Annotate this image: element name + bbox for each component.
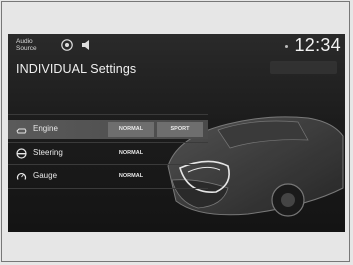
row-divider [8, 114, 208, 115]
page-title: INDIVIDUAL Settings [16, 62, 137, 76]
setting-label-engine: Engine [33, 124, 58, 133]
gauge-normal-option[interactable]: NORMAL [108, 169, 154, 184]
car-illustration [167, 116, 344, 217]
disc-icon[interactable] [61, 39, 73, 51]
engine-normal-option[interactable]: NORMAL [108, 122, 154, 137]
setting-row-steering[interactable]: Steering NORMAL [8, 144, 208, 163]
setting-row-engine[interactable]: Engine NORMAL SPORT [8, 120, 208, 139]
default-button[interactable] [270, 61, 337, 74]
infotainment-screen: Audio Source 12:34 INDIVIDUAL Settings E… [8, 34, 345, 232]
steering-wheel-icon [16, 148, 27, 159]
steering-normal-option[interactable]: NORMAL [108, 146, 154, 161]
setting-label-gauge: Gauge [33, 171, 58, 180]
signal-indicator [285, 45, 288, 48]
audio-source-button[interactable]: Audio Source [16, 38, 37, 52]
clock: 12:34 [294, 35, 341, 55]
gauge-icon [16, 172, 27, 180]
row-divider [8, 188, 208, 189]
row-divider [8, 164, 208, 165]
engine-sport-option[interactable]: SPORT [157, 122, 203, 137]
speaker-icon[interactable] [80, 39, 92, 51]
engine-icon [16, 128, 27, 134]
row-divider [8, 142, 208, 143]
setting-row-gauge[interactable]: Gauge NORMAL [8, 167, 208, 186]
status-bar: Audio Source 12:34 [8, 34, 345, 58]
setting-label-steering: Steering [33, 148, 63, 157]
